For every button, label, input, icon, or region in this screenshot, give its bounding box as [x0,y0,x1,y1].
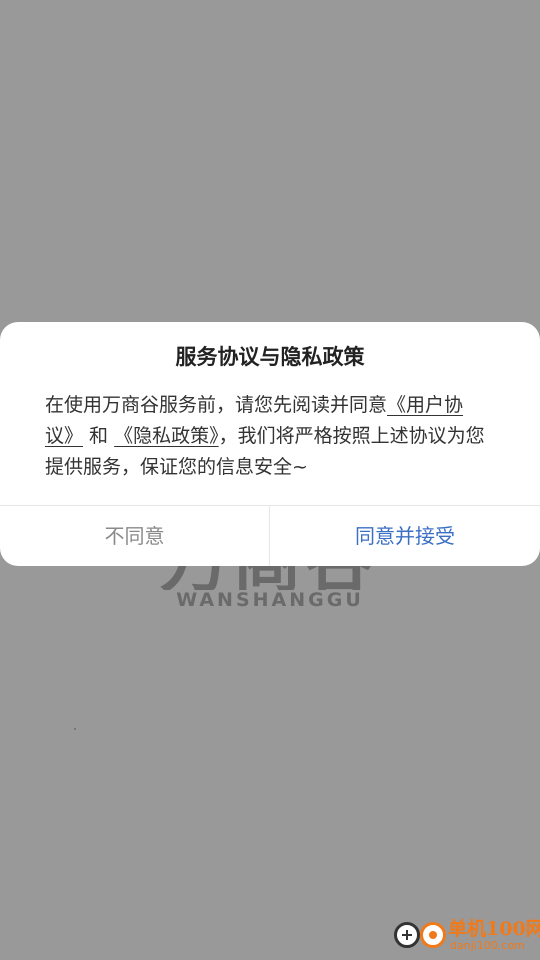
watermark: 单机100网 danji100.com [390,908,540,960]
watermark-subtitle: danji100.com [450,939,525,952]
watermark-dot-icon [420,922,446,948]
dialog-body: 在使用万商谷服务前，请您先阅读并同意《用户协议》 和 《隐私政策》，我们将严格按… [45,390,495,483]
body-prefix: 在使用万商谷服务前，请您先阅读并同意 [45,394,388,416]
dialog-title: 服务协议与隐私政策 [175,345,365,369]
logo-text: WANSHANGGU [176,589,364,611]
agree-button[interactable]: 同意并接受 [270,506,540,566]
agreement-dialog: 服务协议与隐私政策 在使用万商谷服务前，请您先阅读并同意《用户协议》 和 《隐私… [0,322,540,566]
decorative-dot [74,728,76,730]
privacy-policy-link[interactable]: 《隐私政策》 [114,425,219,447]
watermark-plus-icon [394,922,420,948]
watermark-title: 单机100网 [448,918,540,940]
body-connector: 和 [83,425,115,447]
disagree-button[interactable]: 不同意 [0,506,269,566]
